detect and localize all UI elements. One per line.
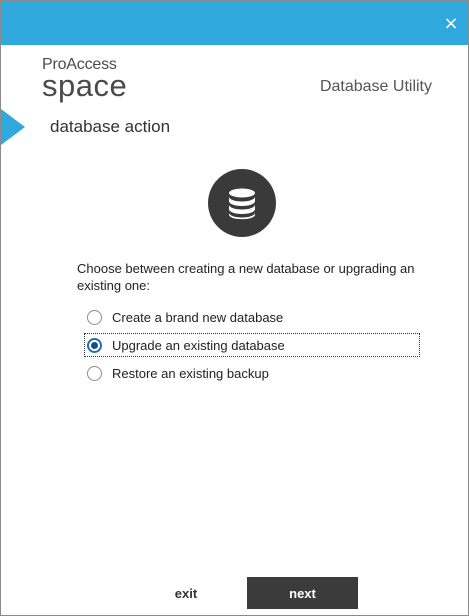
database-icon bbox=[208, 169, 276, 237]
step-title: database action bbox=[50, 117, 171, 136]
database-utility-window: × ProAccess space Database Utility datab… bbox=[0, 0, 469, 616]
option-label: Restore an existing backup bbox=[112, 365, 269, 381]
radio-create-new[interactable] bbox=[87, 309, 102, 325]
radio-upgrade-existing[interactable] bbox=[87, 337, 102, 353]
radio-restore-backup[interactable] bbox=[87, 365, 102, 381]
step-indicator-arrow-icon bbox=[1, 109, 25, 145]
close-icon: × bbox=[443, 12, 459, 34]
action-prompt: Choose between creating a new database o… bbox=[77, 261, 415, 293]
exit-button[interactable]: exit bbox=[156, 578, 216, 608]
option-label: Upgrade an existing database bbox=[112, 337, 285, 353]
app-title: Database Utility bbox=[319, 78, 432, 95]
proaccess-space-logo: ProAccess space bbox=[42, 57, 128, 103]
option-label: Create a brand new database bbox=[112, 309, 284, 325]
next-button[interactable]: next bbox=[247, 577, 358, 609]
database-icon-graphic bbox=[229, 188, 255, 220]
logo-bottom-text: space bbox=[42, 68, 128, 103]
option-create-new-database[interactable]: Create a brand new database bbox=[85, 306, 419, 328]
option-restore-existing-backup[interactable]: Restore an existing backup bbox=[85, 362, 419, 384]
title-bar: × bbox=[1, 1, 468, 45]
database-action-options: Create a brand new database Upgrade an e… bbox=[84, 306, 420, 390]
radio-selected-dot bbox=[91, 341, 98, 349]
option-upgrade-existing-database[interactable]: Upgrade an existing database bbox=[84, 333, 420, 357]
close-button[interactable]: × bbox=[434, 1, 468, 45]
